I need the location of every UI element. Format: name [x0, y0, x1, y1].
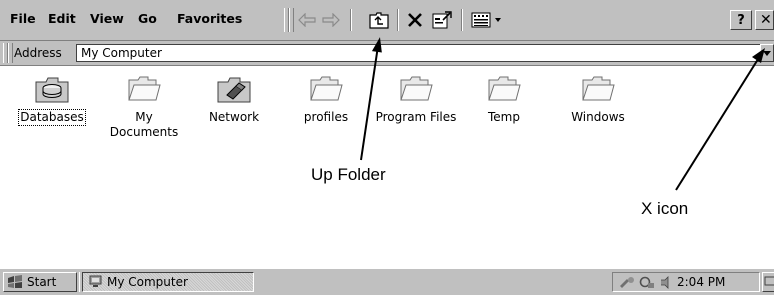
close-button[interactable]: ✕: [755, 10, 774, 30]
taskbar-window-my-computer[interactable]: My Computer: [82, 272, 254, 292]
system-tray: 2:04 PM: [612, 272, 760, 292]
toolbar-separator: [461, 9, 463, 31]
forward-arrow-icon: [322, 13, 340, 27]
toolbar-separator: [350, 9, 352, 31]
menu-view[interactable]: View: [90, 11, 124, 26]
icon-windows[interactable]: Windows: [558, 72, 638, 125]
icon-label: Temp: [488, 110, 520, 124]
start-button[interactable]: Start: [3, 272, 77, 292]
view-mode-dropdown[interactable]: [470, 9, 506, 31]
folder-icon: [488, 76, 521, 101]
connection-icon[interactable]: [619, 275, 635, 289]
menu-toolbar: File Edit View Go Favorites ? ✕: [0, 0, 774, 41]
folder-icon: [582, 76, 615, 101]
menu-edit[interactable]: Edit: [48, 11, 76, 26]
help-button[interactable]: ?: [730, 10, 752, 30]
icon-label: My Documents: [109, 110, 179, 139]
delete-x-icon: [408, 13, 422, 27]
icon-network[interactable]: Network: [194, 72, 274, 125]
address-dropdown-button[interactable]: [760, 44, 774, 62]
volume-icon[interactable]: [659, 275, 673, 289]
icon-databases[interactable]: Databases: [12, 72, 92, 126]
menu-go[interactable]: Go: [138, 11, 157, 26]
icon-my-documents[interactable]: My Documents: [104, 72, 184, 140]
properties-icon: [432, 11, 452, 29]
address-grip[interactable]: [8, 43, 13, 63]
annotation-x-icon: X icon: [641, 199, 689, 218]
icon-label: profiles: [303, 110, 349, 124]
computer-icon: [89, 275, 102, 287]
start-label: Start: [27, 275, 57, 289]
network-status-icon[interactable]: [639, 275, 655, 289]
address-bar: Address My Computer: [0, 41, 774, 66]
address-label: Address: [14, 46, 62, 60]
icon-label: Windows: [571, 110, 625, 124]
taskbar-window-label: My Computer: [107, 275, 188, 289]
icon-program-files[interactable]: Program Files: [368, 72, 464, 125]
up-folder-icon: [369, 12, 389, 29]
forward-button[interactable]: [320, 9, 342, 31]
database-icon: [35, 77, 69, 103]
icon-label: Program Files: [375, 110, 457, 124]
clock[interactable]: 2:04 PM: [677, 275, 725, 289]
desktop-icon: [764, 276, 774, 286]
view-list-icon: [471, 12, 501, 28]
taskbar: Start My Computer 2:04 PM: [0, 268, 774, 295]
folder-icon: [310, 76, 343, 101]
file-view: Databases My Documents Network profiles …: [0, 66, 774, 262]
chevron-down-icon: [763, 51, 771, 56]
toolbar-separator: [397, 9, 399, 31]
delete-button[interactable]: [404, 9, 426, 31]
annotation-up-folder: Up Folder: [311, 165, 386, 184]
properties-button[interactable]: [430, 9, 454, 31]
windows-flag-icon: [8, 275, 22, 288]
show-desktop-button[interactable]: [762, 272, 774, 292]
toolbar-grip[interactable]: [289, 8, 294, 32]
icon-label: Network: [208, 110, 260, 124]
icon-label: Databases: [18, 109, 86, 126]
address-input[interactable]: My Computer: [76, 44, 766, 62]
icon-temp[interactable]: Temp: [464, 72, 544, 125]
folder-icon: [128, 76, 161, 101]
menu-file[interactable]: File: [10, 11, 36, 26]
folder-icon: [400, 76, 433, 101]
icon-profiles[interactable]: profiles: [286, 72, 366, 125]
back-arrow-icon: [298, 13, 316, 27]
network-icon: [217, 77, 251, 103]
up-folder-button[interactable]: [367, 9, 391, 31]
menu-favorites[interactable]: Favorites: [177, 11, 242, 26]
back-button[interactable]: [296, 9, 318, 31]
